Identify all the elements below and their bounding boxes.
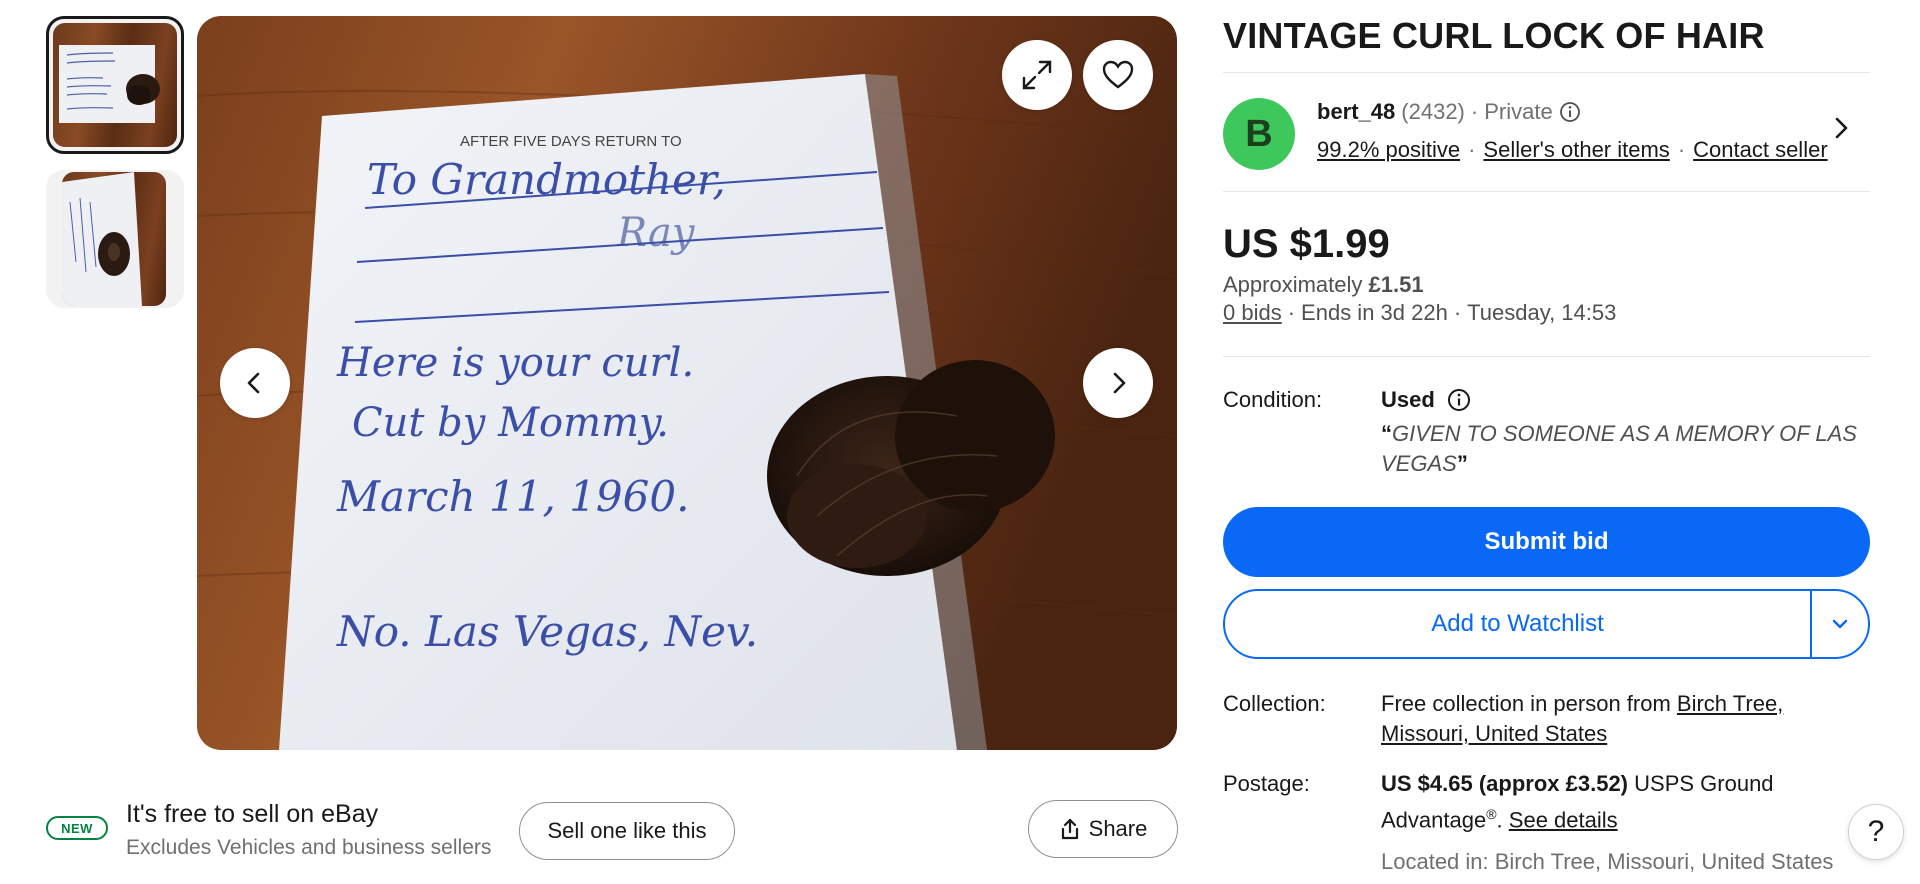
positive-feedback-link[interactable]: 99.2% positive <box>1317 137 1460 163</box>
separator: · <box>1470 99 1479 124</box>
item-location: Located in: Birch Tree, Missouri, United… <box>1381 849 1834 875</box>
note-line-4: Cut by Mommy. <box>352 400 669 446</box>
contact-seller-link[interactable]: Contact seller <box>1693 137 1828 163</box>
sell-promo-subtitle: Excludes Vehicles and business sellers <box>126 836 492 859</box>
collection-details: Free collection in person from Birch Tre… <box>1381 689 1870 749</box>
current-price: US $1.99 <box>1223 222 1390 266</box>
thumbnail-2-image <box>62 172 166 306</box>
sell-promo: NEW It's free to sell on eBay Excludes V… <box>46 800 1178 870</box>
separator: · <box>1453 300 1462 325</box>
share-icon <box>1061 818 1078 840</box>
sell-promo-title: It's free to sell on eBay <box>126 800 379 828</box>
chevron-down-icon <box>1832 619 1848 629</box>
seller-card: B bert_48 (2432) · Private 99.2% positiv… <box>1223 73 1870 191</box>
seller-avatar[interactable]: B <box>1223 98 1295 170</box>
listing-details: VINTAGE CURL LOCK OF HAIR B bert_48 (243… <box>1223 0 1870 877</box>
open-quote: “ <box>1381 421 1392 446</box>
collection-text: Free collection in person from <box>1381 691 1671 716</box>
seller-other-items-link[interactable]: Seller's other items <box>1483 137 1669 163</box>
condition-row: Condition: Used “GIVEN TO SOMEONE AS A M… <box>1223 387 1870 479</box>
expand-icon <box>1022 60 1052 90</box>
main-listing-image[interactable]: AFTER FIVE DAYS RETURN TO To Grandmother… <box>197 16 1177 750</box>
chevron-right-icon[interactable] <box>1828 115 1854 141</box>
bid-info: 0 bids · Ends in 3d 22h · Tuesday, 14:53 <box>1223 300 1616 326</box>
close-quote: ” <box>1456 451 1468 476</box>
condition-quote-text: GIVEN TO SOMEONE AS A MEMORY OF LAS VEGA… <box>1381 421 1857 476</box>
info-icon[interactable] <box>1447 388 1471 412</box>
help-button[interactable]: ? <box>1848 804 1904 860</box>
divider <box>1223 356 1870 357</box>
note-line-6: No. Las Vegas, Nev. <box>336 607 758 656</box>
collection-row: Collection: Free collection in person fr… <box>1223 689 1870 749</box>
chevron-left-icon <box>247 372 260 394</box>
note-line-2: Ray <box>616 210 696 256</box>
note-line-3: Here is your curl. <box>336 340 694 386</box>
postage-cost: US $4.65 (approx £3.52) <box>1381 771 1629 796</box>
thumbnail-strip <box>46 16 186 324</box>
previous-image-button[interactable] <box>220 348 290 418</box>
info-icon[interactable] <box>1559 101 1581 123</box>
condition-description: “GIVEN TO SOMEONE AS A MEMORY OF LAS VEG… <box>1381 419 1870 479</box>
registered-mark: ® <box>1486 806 1497 822</box>
postage-line: US $4.65 (approx £3.52) USPS Ground Adva… <box>1381 769 1870 835</box>
seller-name[interactable]: bert_48 <box>1317 99 1395 125</box>
thumbnail-2[interactable] <box>46 170 184 308</box>
postage-details: US $4.65 (approx £3.52) USPS Ground Adva… <box>1381 769 1870 877</box>
thumbnail-1[interactable] <box>46 16 184 154</box>
collection-label: Collection: <box>1223 691 1326 716</box>
chevron-right-icon <box>1113 372 1126 394</box>
heart-icon <box>1102 60 1134 89</box>
postage-row: Postage: US $4.65 (approx £3.52) USPS Gr… <box>1223 769 1870 877</box>
postage-label: Postage: <box>1223 771 1310 796</box>
next-image-button[interactable] <box>1083 348 1153 418</box>
separator: · <box>1677 137 1686 162</box>
condition-text: Used <box>1381 387 1435 412</box>
add-to-favorites-button[interactable] <box>1083 40 1153 110</box>
submit-bid-button[interactable]: Submit bid <box>1223 507 1870 577</box>
price-section: US $1.99 Approximately £1.51 0 bids · En… <box>1223 192 1870 356</box>
thumbnail-1-image <box>53 23 177 147</box>
time-remaining: Ends in 3d 22h <box>1301 300 1448 325</box>
end-time: Tuesday, 14:53 <box>1467 300 1617 325</box>
condition-value: Used <box>1381 387 1870 413</box>
listing-title: VINTAGE CURL LOCK OF HAIR <box>1223 15 1765 56</box>
seller-feedback-score: (2432) <box>1401 99 1465 124</box>
add-to-watchlist-button[interactable]: Add to Watchlist <box>1225 591 1810 657</box>
approximate-value: £1.51 <box>1368 272 1424 297</box>
seller-type: Private <box>1484 99 1553 124</box>
question-icon: ? <box>1867 815 1885 848</box>
note-line-1: To Grandmother, <box>367 155 726 204</box>
watchlist-dropdown-button[interactable] <box>1810 591 1868 657</box>
note-header: AFTER FIVE DAYS RETURN TO <box>460 133 682 150</box>
note-line-5: March 11, 1960. <box>336 472 689 521</box>
share-label: Share <box>1088 816 1148 841</box>
new-badge: NEW <box>46 816 108 840</box>
sell-one-like-this-button[interactable]: Sell one like this <box>519 802 735 860</box>
condition-label: Condition: <box>1223 387 1323 412</box>
share-button[interactable]: Share <box>1028 800 1178 858</box>
condition-details: Used “GIVEN TO SOMEONE AS A MEMORY OF LA… <box>1381 387 1870 479</box>
watchlist-control: Add to Watchlist <box>1223 589 1870 659</box>
approximate-price: Approximately £1.51 <box>1223 272 1424 298</box>
seller-info: bert_48 (2432) · Private <box>1317 99 1581 125</box>
see-details-link[interactable]: See details <box>1509 807 1618 832</box>
bids-link[interactable]: 0 bids <box>1223 300 1282 326</box>
separator: · <box>1287 300 1296 325</box>
separator: · <box>1468 137 1476 162</box>
seller-links: 99.2% positive · Seller's other items · … <box>1317 137 1828 163</box>
approximate-label: Approximately <box>1223 272 1363 297</box>
postage-period: . <box>1496 807 1503 833</box>
expand-image-button[interactable] <box>1002 40 1072 110</box>
listing-photo: AFTER FIVE DAYS RETURN TO To Grandmother… <box>197 16 1177 750</box>
